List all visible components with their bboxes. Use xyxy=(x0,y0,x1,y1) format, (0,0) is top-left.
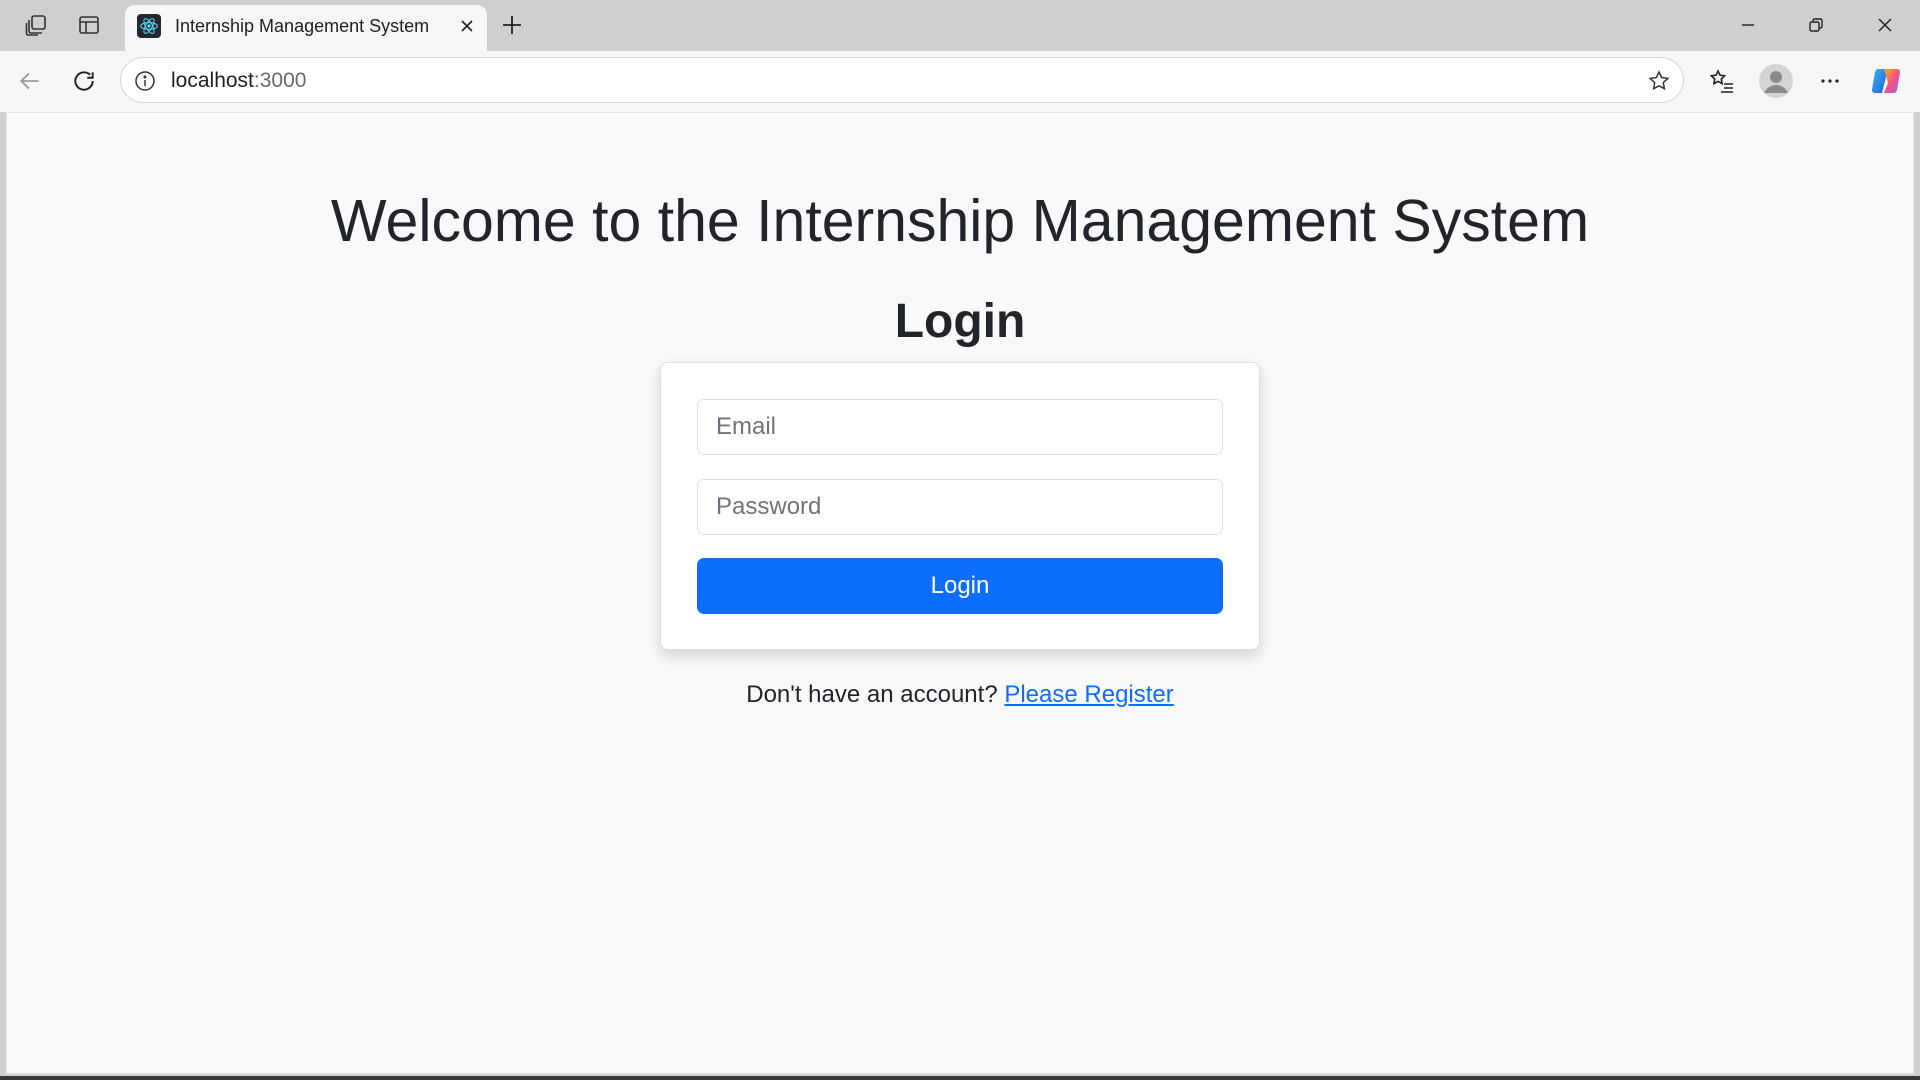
tab-actions-icon[interactable] xyxy=(73,10,105,40)
browser-toolbar: localhost:3000 xyxy=(0,51,1920,112)
password-input[interactable] xyxy=(697,479,1223,535)
back-icon[interactable] xyxy=(12,63,48,99)
register-prompt: Don't have an account? xyxy=(746,681,998,708)
tab-title: Internship Management System xyxy=(175,16,430,36)
active-tab[interactable]: Internship Management System xyxy=(125,5,487,51)
login-card: Login xyxy=(660,362,1260,650)
favorite-star-icon[interactable] xyxy=(1645,67,1673,95)
favorites-icon[interactable] xyxy=(1702,61,1742,101)
site-info-icon[interactable] xyxy=(133,69,157,93)
restore-icon[interactable] xyxy=(1788,6,1844,44)
login-button[interactable]: Login xyxy=(697,558,1223,614)
tab-strip: Internship Management System xyxy=(0,0,1920,51)
profile-icon[interactable] xyxy=(1756,61,1796,101)
workspaces-icon[interactable] xyxy=(20,10,52,40)
refresh-icon[interactable] xyxy=(66,63,102,99)
copilot-icon[interactable] xyxy=(1866,61,1906,101)
window-bottom-edge xyxy=(0,1076,1920,1080)
minimize-icon[interactable] xyxy=(1720,6,1776,44)
url-text: localhost:3000 xyxy=(171,69,306,93)
register-prompt-line: Don't have an account? Please Register xyxy=(0,679,1920,711)
login-title: Login xyxy=(894,295,1026,348)
email-input[interactable] xyxy=(697,399,1223,455)
close-window-icon[interactable] xyxy=(1857,6,1913,44)
url-host: localhost xyxy=(171,69,254,92)
register-link[interactable]: Please Register xyxy=(1004,681,1173,708)
address-bar[interactable]: localhost:3000 xyxy=(120,57,1684,103)
close-tab-icon[interactable] xyxy=(455,14,479,38)
page-heading: Welcome to the Internship Management Sys… xyxy=(330,188,1590,254)
more-icon[interactable] xyxy=(1810,61,1850,101)
url-port: :3000 xyxy=(253,69,307,92)
react-favicon-icon xyxy=(137,14,161,38)
new-tab-icon[interactable] xyxy=(496,9,528,41)
